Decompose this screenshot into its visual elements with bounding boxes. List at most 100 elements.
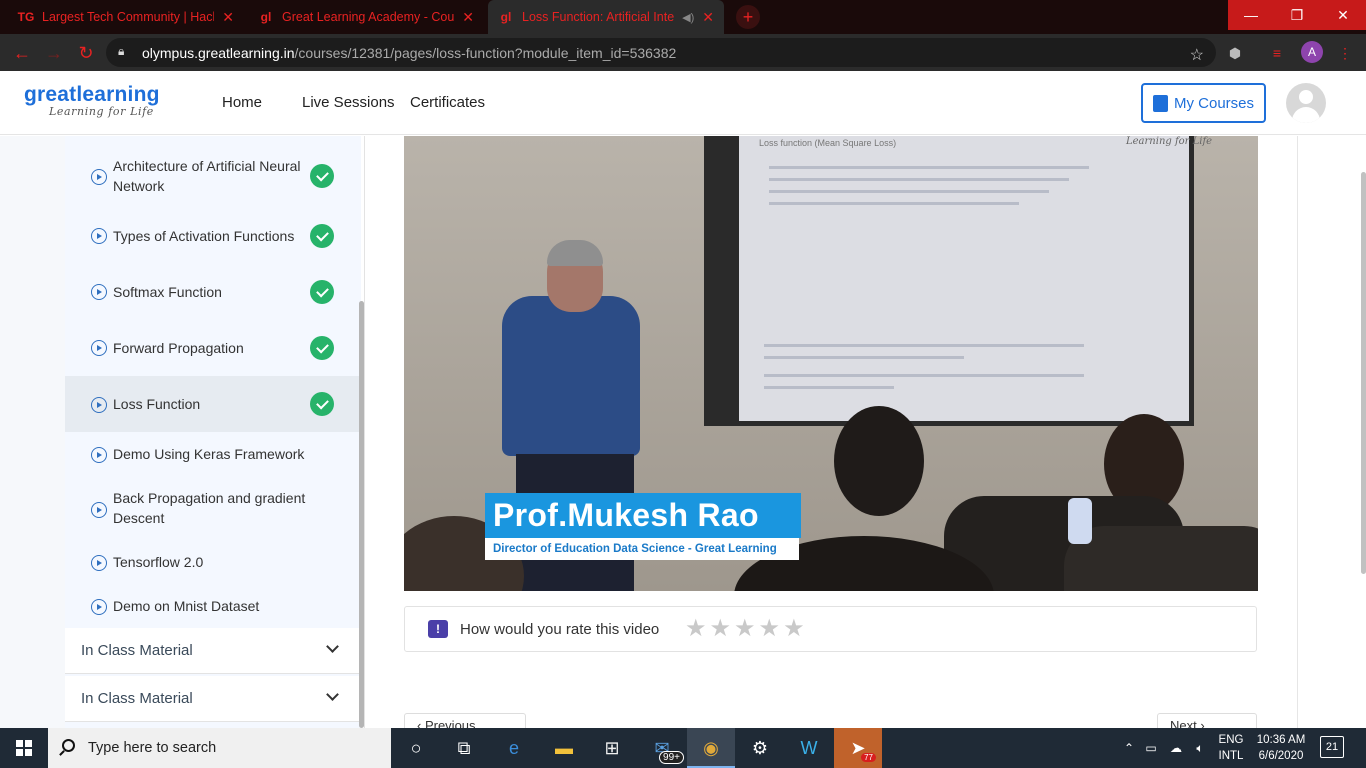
menu-kebab-icon[interactable]: ⋮ [1334, 42, 1356, 64]
start-button[interactable] [0, 728, 48, 768]
sidebar-item-label: Types of Activation Functions [113, 228, 295, 244]
chrome-icon[interactable]: ◉ [687, 728, 735, 768]
volume-icon[interactable]: 🔈︎ [1190, 728, 1210, 768]
sidebar-divider [364, 136, 365, 728]
edge-icon[interactable]: e [490, 728, 538, 768]
close-tab-icon[interactable]: ✕ [222, 9, 234, 26]
audience-head [834, 406, 924, 516]
logo-wordmark: greatlearning [24, 83, 160, 106]
slide-text-line [769, 202, 1019, 205]
video-player[interactable]: Loss function (Mean Square Loss) Learnin… [404, 136, 1258, 591]
sidebar-item-label: Softmax Function [113, 284, 222, 300]
store-icon[interactable]: ⊞ [588, 728, 636, 768]
star-icon[interactable]: ★ [759, 615, 781, 643]
sidebar-item-label: Demo Using Keras Framework [113, 446, 305, 462]
star-icon[interactable]: ★ [710, 615, 732, 643]
battery-icon[interactable]: ▭ [1142, 728, 1160, 768]
restore-button[interactable]: ❐ [1274, 0, 1320, 30]
slide-text-line [764, 374, 1084, 377]
action-center-icon[interactable]: 21 [1320, 736, 1344, 758]
settings-gear-icon[interactable]: ⚙ [736, 728, 784, 768]
onedrive-cloud-icon[interactable]: ☁ [1166, 728, 1186, 768]
browser-toolbar: ← → ↻ 🔒︎ olympus.greatlearning.in/course… [0, 34, 1366, 71]
taskbar-search[interactable]: Type here to search [48, 728, 391, 768]
feedback-icon: ! [428, 620, 448, 638]
slide-text-line [769, 178, 1069, 181]
gl-favicon-icon: gl [500, 10, 512, 24]
section-in-class-material[interactable]: In Class Material [65, 676, 361, 722]
play-circle-icon [91, 169, 107, 185]
my-courses-label: My Courses [1173, 94, 1255, 112]
check-circle-icon [310, 392, 334, 416]
speaker-name-caption: Prof.Mukesh Rao [485, 493, 801, 538]
sidebar-item-label: Demo on Mnist Dataset [113, 598, 260, 614]
slide-text-line [764, 356, 964, 359]
reload-icon[interactable]: ↻ [74, 41, 98, 65]
taskbar-clock[interactable]: 10:36 AM 6/6/2020 [1250, 732, 1312, 764]
file-explorer-icon[interactable]: ▬ [540, 728, 588, 768]
check-circle-icon [310, 164, 334, 188]
book-icon [1152, 94, 1168, 112]
windows-taskbar: Type here to search ○ ⧉ e ▬ ⊞ ✉ 99+ ◉ ⚙ W… [0, 728, 1366, 768]
close-window-button[interactable]: ✕ [1320, 0, 1366, 30]
site-header: greatlearning Learning for Life Home Liv… [0, 71, 1366, 135]
close-tab-icon[interactable]: ✕ [462, 9, 474, 26]
media-queue-icon[interactable]: ≡ [1266, 42, 1288, 64]
forward-arrow-icon[interactable]: → [42, 41, 66, 65]
nav-live-sessions[interactable]: Live Sessions [302, 94, 395, 111]
writer-app-icon[interactable]: W [785, 728, 833, 768]
shield-extension-icon[interactable]: ⬢ [1224, 42, 1246, 64]
check-circle-icon [310, 336, 334, 360]
telegram-icon[interactable]: ➤ 77 [834, 728, 882, 768]
my-courses-button[interactable]: My Courses [1141, 83, 1266, 123]
tab-great-learning-academy[interactable]: gl Great Learning Academy - Course ✕ [248, 0, 484, 34]
sidebar-item-label: Architecture of Artificial Neural Networ… [113, 158, 301, 194]
check-circle-icon [310, 224, 334, 248]
nav-certificates[interactable]: Certificates [410, 94, 485, 111]
play-circle-icon [91, 284, 107, 300]
browser-tab-strip: TG Largest Tech Community | Hackat ✕ gl … [0, 0, 1366, 34]
user-avatar[interactable] [1286, 83, 1326, 123]
tab-loss-function[interactable]: gl Loss Function: Artificial Intelli ◀) … [488, 0, 724, 34]
address-bar[interactable]: 🔒︎ olympus.greatlearning.in/courses/1238… [106, 38, 1216, 67]
page-scrollbar[interactable] [1361, 172, 1366, 574]
bookmark-star-icon[interactable]: ☆ [1190, 42, 1204, 70]
tab-hackathon[interactable]: TG Largest Tech Community | Hackat ✕ [8, 0, 244, 34]
cortana-icon[interactable]: ○ [392, 728, 440, 768]
star-icon[interactable]: ★ [783, 615, 805, 643]
left-gutter [0, 136, 65, 728]
back-arrow-icon[interactable]: ← [10, 41, 34, 65]
play-circle-icon [91, 599, 107, 615]
play-circle-icon [91, 502, 107, 518]
slide-text-line [764, 344, 1084, 347]
new-tab-button[interactable]: + [736, 5, 760, 29]
video-rating-panel: ! How would you rate this video ★ ★ ★ ★ … [404, 606, 1257, 652]
star-rating[interactable]: ★ ★ ★ ★ ★ [685, 615, 805, 643]
check-circle-icon [310, 280, 334, 304]
search-icon [62, 739, 75, 752]
star-icon[interactable]: ★ [734, 615, 756, 643]
presenter-body [502, 296, 640, 456]
sidebar-item-loss-function[interactable]: Loss Function [65, 376, 361, 432]
nav-home[interactable]: Home [222, 94, 262, 111]
close-tab-icon[interactable]: ✕ [702, 9, 714, 26]
sidebar-item-label: Back Propagation and gradient Descent [113, 490, 306, 526]
play-circle-icon [91, 340, 107, 356]
mail-icon[interactable]: ✉ 99+ [638, 728, 686, 768]
chevron-down-icon [326, 640, 339, 653]
star-icon[interactable]: ★ [685, 615, 707, 643]
slide-title: Loss function (Mean Square Loss) [759, 138, 897, 148]
tab-title: Largest Tech Community | Hackat [42, 10, 215, 24]
task-view-icon[interactable]: ⧉ [440, 728, 488, 768]
windows-logo-icon [16, 740, 32, 756]
speaker-title-caption: Director of Education Data Science - Gre… [485, 538, 799, 560]
great-learning-logo[interactable]: greatlearning Learning for Life [24, 83, 160, 118]
sidebar-item-label: Tensorflow 2.0 [113, 554, 204, 570]
section-in-class-material[interactable]: In Class Material [65, 628, 361, 674]
profile-avatar[interactable]: A [1301, 41, 1323, 63]
speaker-icon[interactable]: ◀) [682, 11, 694, 24]
minimize-button[interactable]: — [1228, 0, 1274, 30]
language-indicator[interactable]: ENG INTL [1212, 732, 1250, 764]
tray-chevron-icon[interactable]: ⌃ [1120, 728, 1138, 768]
tab-title: Loss Function: Artificial Intelli [522, 10, 675, 24]
